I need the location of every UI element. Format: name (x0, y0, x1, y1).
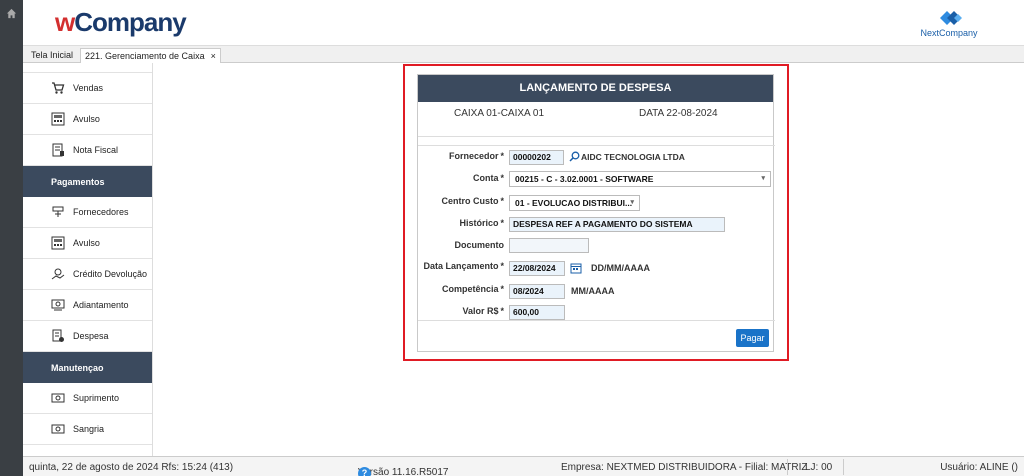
fornecedor-name: AIDC TECNOLOGIA LTDA (581, 152, 685, 162)
form-fields: Fornecedor * 00000202 AIDC TECNOLOGIA LTD… (418, 145, 775, 321)
status-lj: LJ: 00 (805, 462, 833, 473)
advance-icon (51, 299, 65, 311)
valor-input[interactable]: 600,00 (509, 305, 565, 320)
sidebar-item-credito-devolucao[interactable]: Crédito Devolução (23, 259, 152, 290)
invoice-icon (52, 143, 64, 157)
conta-select[interactable]: 00215 - C - 3.02.0001 - SOFTWARE ▾ (509, 171, 771, 187)
section-manutencao[interactable]: Manutençao (23, 352, 152, 383)
sidebar-item-nota-fiscal[interactable]: Nota Fiscal (23, 135, 152, 166)
documento-label: Documento (454, 240, 505, 250)
competencia-hint: MM/AAAA (571, 286, 615, 296)
caixa-info: CAIXA 01-CAIXA 01 (454, 108, 545, 119)
status-user: Usuário: ALINE () (940, 462, 1018, 473)
sidebar-item-sangria[interactable]: Sangria (23, 414, 152, 445)
calendar-icon[interactable] (570, 262, 582, 274)
expense-icon (52, 329, 64, 342)
search-icon[interactable] (569, 151, 580, 162)
diamond-logo-icon (940, 11, 962, 25)
competencia-input[interactable]: 08/2024 (509, 284, 565, 299)
status-divider (787, 459, 788, 475)
sidebar-item-adiantamento[interactable]: Adiantamento (23, 290, 152, 321)
data-lancamento-input[interactable]: 22/08/2024 (509, 261, 565, 276)
chevron-down-icon: ▾ (630, 199, 634, 206)
valor-label: Valor R$ * (462, 306, 504, 316)
sidebar-scroll-stub (23, 63, 152, 73)
form-summary: CAIXA 01-CAIXA 01 DATA 22-08-2024 (418, 102, 773, 137)
data-lancamento-label: Data Lançamento * (423, 261, 504, 271)
tab-cash-management[interactable]: 221. Gerenciamento de Caixa × (80, 48, 221, 63)
fornecedor-code-input[interactable]: 00000202 (509, 150, 564, 165)
close-tab-icon[interactable]: × (211, 51, 216, 61)
company-logo[interactable]: wCompany (55, 7, 187, 38)
tab-home[interactable]: Tela Inicial (27, 48, 77, 63)
conta-label: Conta * (472, 173, 504, 183)
centro-custo-select[interactable]: 01 - EVOLUCAO DISTRIBUI... ▾ (509, 195, 640, 211)
documento-input[interactable] (509, 238, 589, 253)
fornecedor-label: Fornecedor * (448, 151, 504, 161)
pagar-button[interactable]: Pagar (736, 329, 769, 347)
sidebar-item-vendas[interactable]: Vendas (23, 73, 152, 104)
cash-in-icon (51, 393, 65, 403)
sidebar-item-despesa[interactable]: Despesa (23, 321, 152, 352)
app-rail (0, 0, 23, 476)
cart-icon (52, 82, 65, 94)
tab-bar: Tela Inicial 221. Gerenciamento de Caixa… (23, 46, 1024, 63)
sidebar-item-suprimento[interactable]: Suprimento (23, 383, 152, 414)
section-pagamentos[interactable]: Pagamentos (23, 166, 152, 197)
date-info: DATA 22-08-2024 (639, 108, 718, 119)
status-datetime: quinta, 22 de agosto de 2024 Rfs: 15:24 … (29, 462, 234, 473)
sidebar: Vendas Avulso Nota Fiscal Pagamentos For… (23, 63, 153, 456)
data-lancamento-hint: DD/MM/AAAA (591, 263, 650, 273)
calculator-icon (51, 112, 65, 126)
form-title: LANÇAMENTO DE DESPESA (418, 75, 773, 102)
refund-icon (51, 268, 65, 280)
cash-out-icon (51, 424, 65, 434)
help-icon[interactable]: ? (358, 467, 371, 476)
sidebar-item-avulso-pagamento[interactable]: Avulso (23, 228, 152, 259)
status-company: Empresa: NEXTMED DISTRIBUIDORA - Filial:… (561, 462, 808, 473)
competencia-label: Competência * (441, 284, 504, 294)
home-icon[interactable] (6, 8, 17, 19)
centro-custo-label: Centro Custo * (441, 196, 504, 206)
app-header: wCompany NextCompany (23, 0, 1024, 46)
status-divider (843, 459, 844, 475)
sidebar-item-fornecedores[interactable]: Fornecedores (23, 197, 152, 228)
historico-label: Histórico * (459, 218, 504, 228)
historico-input[interactable]: DESPESA REF A PAGAMENTO DO SISTEMA (509, 217, 725, 232)
supplier-icon (52, 206, 64, 217)
partner-logo: NextCompany (914, 7, 984, 39)
chevron-down-icon: ▾ (761, 175, 765, 182)
expense-form-panel: LANÇAMENTO DE DESPESA CAIXA 01-CAIXA 01 … (417, 74, 775, 352)
calculator-icon (51, 236, 65, 250)
status-bar: quinta, 22 de agosto de 2024 Rfs: 15:24 … (23, 456, 1024, 476)
sidebar-item-avulso[interactable]: Avulso (23, 104, 152, 135)
